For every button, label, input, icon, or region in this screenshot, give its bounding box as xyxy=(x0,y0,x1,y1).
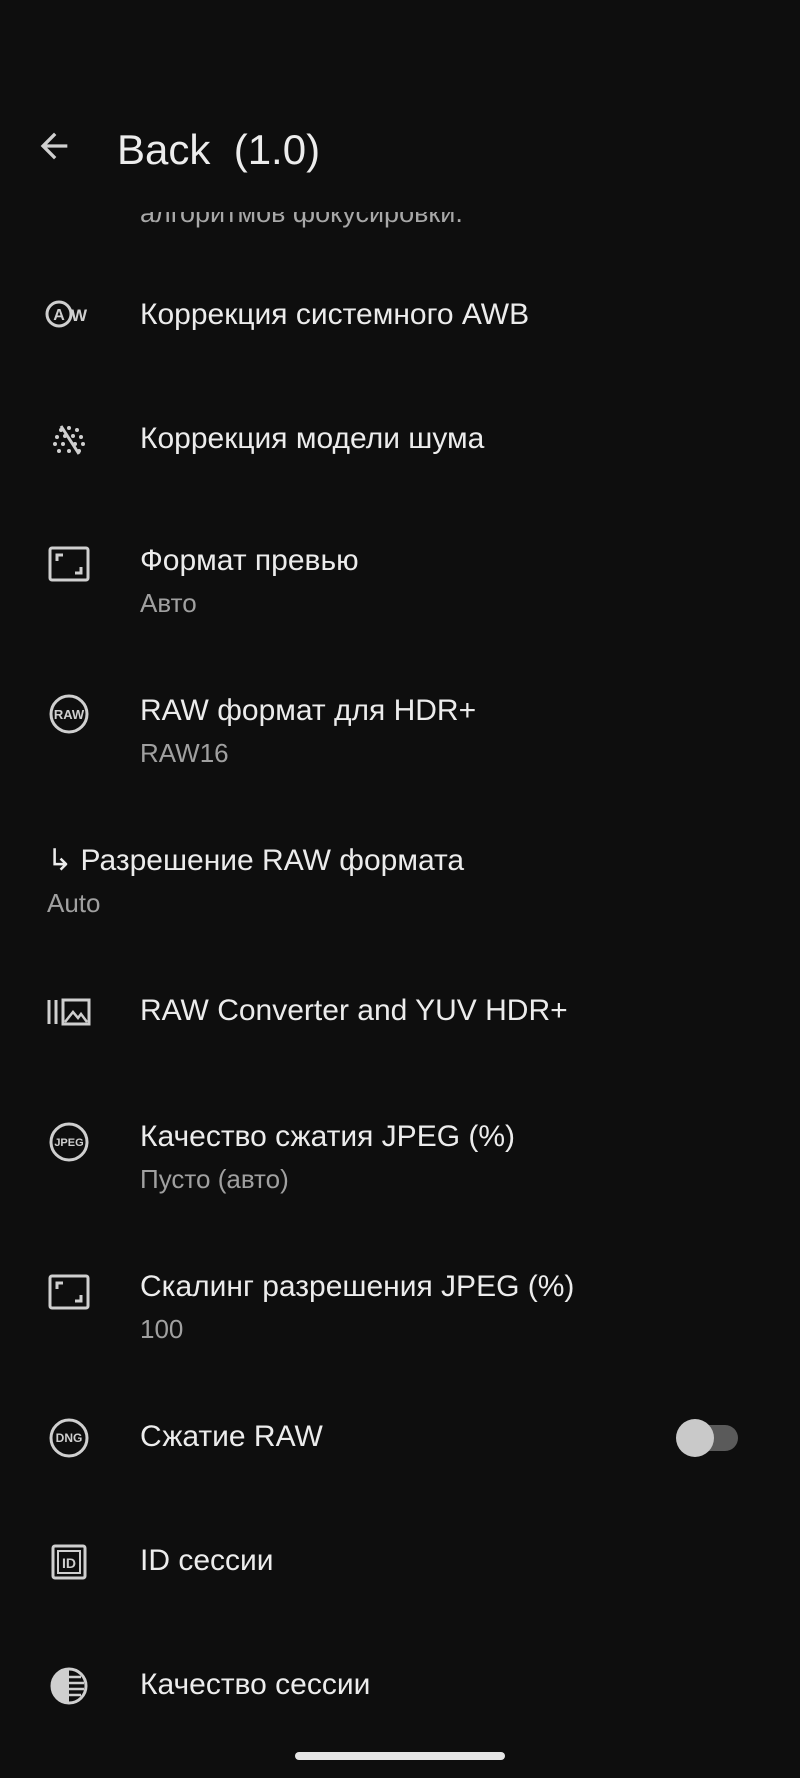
setting-label: Скалинг разрешения JPEG (%) xyxy=(140,1270,575,1303)
id-icon: ID xyxy=(45,1538,93,1586)
setting-value: Пусто (авто) xyxy=(140,1164,289,1194)
noise-grain-icon xyxy=(45,416,93,464)
raw-converter-icon xyxy=(45,988,93,1036)
setting-value: 100 xyxy=(140,1314,184,1344)
setting-value: Авто xyxy=(140,588,197,618)
gesture-navigation-handle[interactable] xyxy=(295,1752,505,1760)
contrast-icon xyxy=(45,1662,93,1710)
top-app-bar: Back (1.0) xyxy=(0,0,800,212)
switch-thumb xyxy=(676,1419,714,1457)
setting-label: RAW Converter and YUV HDR+ xyxy=(140,994,568,1027)
setting-system-awb-correction[interactable]: A W Коррекция системного AWB xyxy=(0,284,800,348)
setting-label: Сжатие RAW xyxy=(140,1420,323,1453)
dng-icon: DNG xyxy=(45,1414,93,1462)
setting-label: Качество сессии xyxy=(140,1668,371,1701)
raw-compression-switch[interactable] xyxy=(676,1414,740,1462)
svg-text:W: W xyxy=(71,306,88,325)
svg-text:RAW: RAW xyxy=(54,707,85,722)
setting-label: Формат превью xyxy=(140,544,359,577)
raw-icon: RAW xyxy=(45,690,93,738)
setting-label: Коррекция модели шума xyxy=(140,422,485,455)
aspect-ratio-icon xyxy=(45,1268,93,1316)
setting-preview-format[interactable]: Формат превью Авто xyxy=(0,536,800,626)
setting-value: RAW16 xyxy=(140,738,229,768)
setting-label: ↳ Разрешение RAW формата xyxy=(47,844,465,877)
setting-label: Коррекция системного AWB xyxy=(140,298,530,331)
setting-noise-model-correction[interactable]: Коррекция модели шума xyxy=(0,408,800,472)
setting-raw-converter[interactable]: RAW Converter and YUV HDR+ xyxy=(0,980,800,1044)
aspect-ratio-icon xyxy=(45,540,93,588)
setting-value: Auto xyxy=(47,888,101,918)
back-button[interactable] xyxy=(30,122,78,170)
jpeg-icon: JPEG xyxy=(45,1118,93,1166)
setting-session-id[interactable]: ID ID сессии xyxy=(0,1530,800,1594)
setting-raw-format-hdr[interactable]: RAW RAW формат для HDR+ RAW16 xyxy=(0,686,800,776)
svg-text:A: A xyxy=(53,307,65,324)
svg-text:JPEG: JPEG xyxy=(54,1137,83,1149)
setting-raw-resolution[interactable]: ↳ Разрешение RAW формата Auto xyxy=(0,836,800,926)
svg-text:ID: ID xyxy=(62,1555,76,1571)
setting-label: RAW формат для HDR+ xyxy=(140,694,477,727)
setting-label: Качество сжатия JPEG (%) xyxy=(140,1120,516,1153)
setting-session-quality[interactable]: Качество сессии xyxy=(0,1654,800,1718)
setting-raw-compression[interactable]: DNG Сжатие RAW xyxy=(0,1406,800,1470)
setting-label: ID сессии xyxy=(140,1544,274,1577)
setting-jpeg-scaling[interactable]: Скалинг разрешения JPEG (%) 100 xyxy=(0,1264,800,1354)
setting-jpeg-quality[interactable]: JPEG Качество сжатия JPEG (%) Пусто (авт… xyxy=(0,1114,800,1204)
arrow-back-icon xyxy=(40,132,68,160)
page-title: Back (1.0) xyxy=(117,126,321,173)
svg-text:DNG: DNG xyxy=(56,1431,83,1445)
awb-icon: A W xyxy=(45,290,93,338)
